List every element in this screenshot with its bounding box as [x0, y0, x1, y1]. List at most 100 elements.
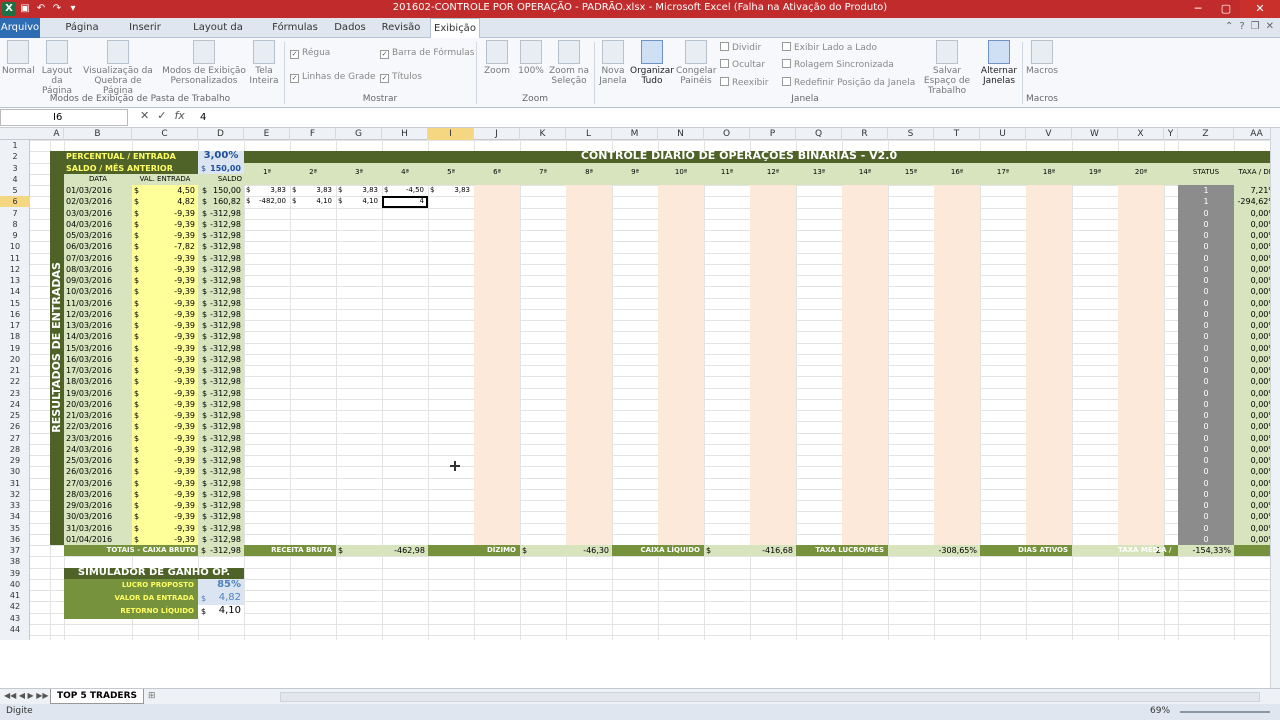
column-header[interactable]: B	[64, 128, 132, 140]
column-header[interactable]: C	[132, 128, 198, 140]
tab-layout[interactable]: Layout da Página	[176, 18, 260, 53]
column-header[interactable]: W	[1072, 128, 1118, 140]
row-header[interactable]: 5	[0, 185, 30, 196]
column-header[interactable]: J	[474, 128, 520, 140]
row-header[interactable]: 13	[0, 275, 30, 286]
view-page-layout-button[interactable]: Layout da Página	[36, 40, 78, 96]
arrange-all-button[interactable]: Organizar Tudo	[630, 40, 674, 86]
show-titles-checkbox[interactable]: ✓ Títulos	[380, 72, 422, 83]
row-header[interactable]: 17	[0, 320, 30, 331]
minimize-icon[interactable]: ─	[1184, 0, 1212, 18]
row-header[interactable]: 10	[0, 241, 30, 252]
hide-button[interactable]: Ocultar	[720, 59, 765, 70]
row-header[interactable]: 28	[0, 444, 30, 455]
view-custom-button[interactable]: Modos de Exibição Personalizados	[162, 40, 246, 86]
row-header[interactable]: 8	[0, 219, 30, 230]
column-header[interactable]: H	[382, 128, 428, 140]
column-header[interactable]: M	[612, 128, 658, 140]
macros-button[interactable]: Macros	[1026, 40, 1058, 76]
row-header[interactable]: 29	[0, 455, 30, 466]
split-button[interactable]: Dividir	[720, 42, 761, 53]
worksheet-grid[interactable]: RESULTADOS DE ENTRADAS PERCENTUAL / ENTRA…	[30, 140, 1280, 640]
row-header[interactable]: 15	[0, 298, 30, 309]
show-gridlines-checkbox[interactable]: ✓ Linhas de Grade	[290, 72, 376, 83]
row-header[interactable]: 2	[0, 151, 30, 162]
column-header[interactable]: Z	[1178, 128, 1234, 140]
column-header[interactable]: O	[704, 128, 750, 140]
row-header[interactable]: 33	[0, 500, 30, 511]
row-header[interactable]: 23	[0, 388, 30, 399]
column-header[interactable]: V	[1026, 128, 1072, 140]
vertical-scrollbar[interactable]	[1270, 128, 1280, 688]
row-header[interactable]: 21	[0, 365, 30, 376]
tab-inserir[interactable]: Inserir	[122, 18, 168, 38]
row-header[interactable]: 9	[0, 230, 30, 241]
column-header[interactable]: A	[50, 128, 64, 140]
column-header[interactable]: U	[980, 128, 1026, 140]
row-header[interactable]: 27	[0, 433, 30, 444]
row-header[interactable]: 34	[0, 511, 30, 522]
show-regua-checkbox[interactable]: ✓ Régua	[290, 48, 330, 59]
row-header[interactable]: 19	[0, 343, 30, 354]
row-header[interactable]: 30	[0, 466, 30, 477]
unhide-button[interactable]: Reexibir	[720, 77, 769, 88]
row-header[interactable]: 22	[0, 376, 30, 387]
sheet-tab-top5[interactable]: TOP 5 TRADERS	[50, 689, 144, 704]
zoom-selection-button[interactable]: Zoom na Seleção	[548, 40, 590, 86]
view-full-screen-button[interactable]: Tela Inteira	[248, 40, 280, 86]
selected-cell[interactable]	[382, 196, 428, 208]
column-header[interactable]: F	[290, 128, 336, 140]
sheet-nav-icon[interactable]: ◀◀ ◀ ▶ ▶▶	[4, 691, 49, 700]
row-header[interactable]: 37	[0, 545, 30, 556]
tab-revisao[interactable]: Revisão	[378, 18, 424, 38]
column-header[interactable]: E	[244, 128, 290, 140]
tab-pagina-inicial[interactable]: Página Inicial	[50, 18, 114, 53]
row-header[interactable]: 31	[0, 478, 30, 489]
column-header[interactable]: D	[198, 128, 244, 140]
row-header[interactable]: 41	[0, 590, 30, 601]
column-header[interactable]: P	[750, 128, 796, 140]
close-icon[interactable]: ✕	[1240, 0, 1280, 18]
row-header[interactable]: 14	[0, 286, 30, 297]
row-header[interactable]: 12	[0, 264, 30, 275]
row-header[interactable]: 3	[0, 163, 30, 174]
row-header[interactable]: 24	[0, 399, 30, 410]
reset-position-button[interactable]: Redefinir Posição da Janela	[782, 77, 915, 88]
row-header[interactable]: 20	[0, 354, 30, 365]
maximize-icon[interactable]: ▢	[1212, 0, 1240, 18]
column-header[interactable]: G	[336, 128, 382, 140]
zoom-percent[interactable]: 69%	[1150, 706, 1170, 716]
column-header[interactable]: N	[658, 128, 704, 140]
column-header[interactable]: X	[1118, 128, 1164, 140]
name-box[interactable]: I6	[0, 109, 128, 126]
row-header[interactable]: 38	[0, 556, 30, 567]
cancel-icon[interactable]: ✕	[140, 109, 149, 122]
show-formula-bar-checkbox[interactable]: ✓ Barra de Fórmulas	[380, 48, 475, 59]
formula-input[interactable]: 4	[196, 109, 1276, 126]
minimize-ribbon-icon[interactable]: ⌃	[1225, 21, 1233, 32]
sync-scroll-button[interactable]: Rolagem Sincronizada	[782, 59, 894, 70]
new-window-button[interactable]: Nova Janela	[598, 40, 628, 86]
freeze-panes-button[interactable]: Congelar Painéis	[676, 40, 716, 86]
zoom-slider[interactable]	[1180, 711, 1270, 713]
zoom-button[interactable]: Zoom	[482, 40, 512, 76]
row-header[interactable]: 36	[0, 534, 30, 545]
row-header[interactable]: 11	[0, 253, 30, 264]
restore-icon[interactable]: ❐	[1251, 21, 1260, 32]
close-workbook-icon[interactable]: ✕	[1266, 21, 1274, 32]
zoom-100-button[interactable]: 100%	[516, 40, 546, 76]
tab-exibicao[interactable]: Exibição	[430, 18, 480, 38]
tab-dados[interactable]: Dados	[330, 18, 370, 38]
row-header[interactable]: 16	[0, 309, 30, 320]
fx-icon[interactable]: fx	[174, 109, 184, 122]
new-sheet-icon[interactable]: ⊞	[148, 691, 156, 701]
view-page-break-button[interactable]: Visualização da Quebra de Página	[80, 40, 156, 96]
horizontal-scrollbar[interactable]	[280, 692, 1260, 702]
row-header[interactable]: 39	[0, 568, 30, 579]
column-header[interactable]: Y	[1164, 128, 1178, 140]
row-header[interactable]: 4	[0, 174, 30, 185]
row-header[interactable]: 32	[0, 489, 30, 500]
row-header[interactable]: 26	[0, 421, 30, 432]
column-header[interactable]: Q	[796, 128, 842, 140]
help-icon[interactable]: ?	[1239, 21, 1244, 32]
